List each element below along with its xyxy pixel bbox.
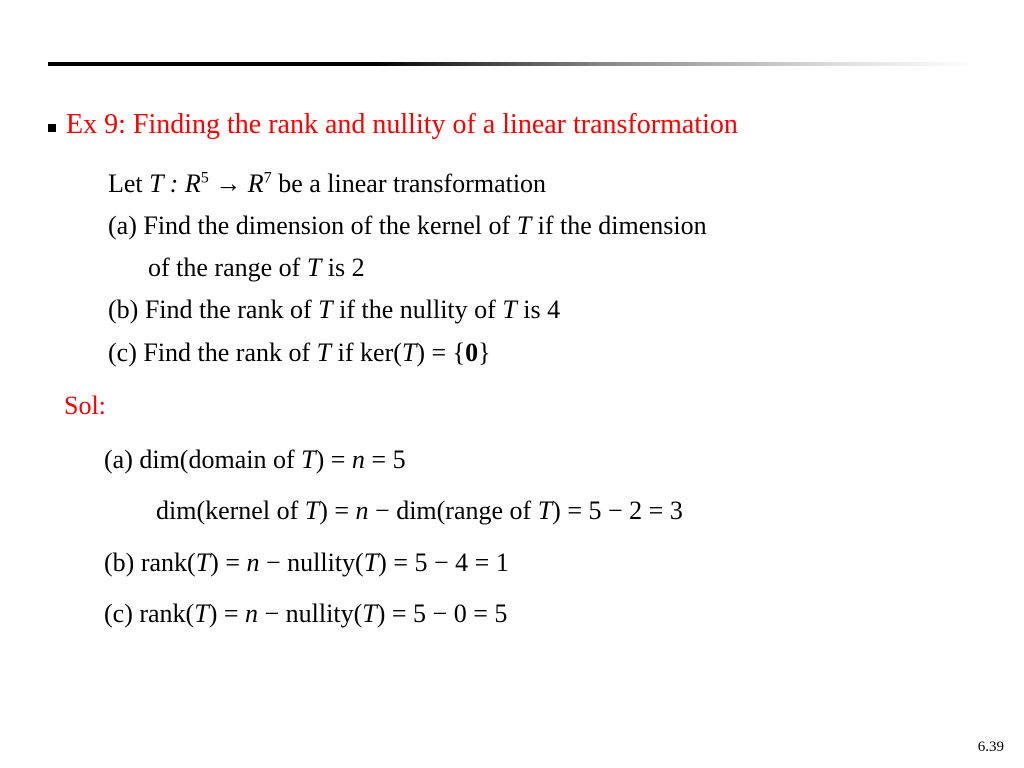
problem-body: Let T : R5 → R7 be a linear transformati…	[108, 164, 976, 373]
var-n: n	[246, 548, 259, 577]
text: Find the rank of	[143, 338, 316, 367]
var-T: T	[301, 445, 315, 474]
text: Let	[108, 169, 149, 198]
var-T: T	[402, 338, 416, 367]
var-T: T	[149, 169, 163, 198]
arrow: →	[209, 169, 248, 198]
text: Find the dimension of the kernel of	[143, 211, 516, 240]
text: ) =	[316, 445, 352, 474]
var-n: n	[245, 599, 258, 628]
exp-7: 7	[264, 169, 272, 186]
var-T: T	[194, 599, 208, 628]
example-title: Ex 9: Finding the rank and nullity of a …	[66, 108, 738, 142]
page-number: 6.39	[978, 739, 1004, 756]
text: dim(domain of	[139, 445, 301, 474]
text: = 5	[365, 445, 406, 474]
label-b: (b)	[108, 295, 145, 324]
text: if the nullity of	[333, 295, 503, 324]
var-R: R	[248, 169, 264, 198]
var-T: T	[196, 548, 210, 577]
text: − nullity(	[259, 548, 363, 577]
label-b: (b)	[104, 548, 141, 577]
var-T: T	[318, 295, 332, 324]
text: }	[478, 338, 490, 367]
text: ) =	[319, 496, 355, 525]
sol-a-line1: (a) dim(domain of T) = n = 5	[104, 435, 976, 484]
part-c: (c) Find the rank of T if ker(T) = {0}	[108, 333, 976, 373]
text: ) =	[209, 599, 245, 628]
sol-a-line2: dim(kernel of T) = n − dim(range of T) =…	[104, 486, 976, 535]
zero-vector: 0	[465, 338, 478, 367]
text: ) = 5 − 0 = 5	[377, 599, 508, 628]
text: ) = 5 − 2 = 3	[552, 496, 683, 525]
text: is 4	[517, 295, 560, 324]
label-a: (a)	[104, 445, 139, 474]
var-T: T	[317, 338, 331, 367]
var-T: T	[502, 295, 516, 324]
var-T: T	[362, 599, 376, 628]
var-n: n	[352, 445, 365, 474]
text: if ker(	[331, 338, 402, 367]
text: if the dimension	[531, 211, 706, 240]
text: be a linear transformation	[272, 169, 546, 198]
let-line: Let T : R5 → R7 be a linear transformati…	[108, 164, 976, 204]
text: − nullity(	[258, 599, 362, 628]
text: ) =	[210, 548, 246, 577]
text: of the range of	[148, 253, 307, 282]
text: ) = {	[416, 338, 465, 367]
text: is 2	[321, 253, 364, 282]
var-T: T	[364, 548, 378, 577]
header-rule	[48, 62, 976, 66]
slide-content: Ex 9: Finding the rank and nullity of a …	[48, 108, 976, 641]
var-T: T	[305, 496, 319, 525]
text: dim(kernel of	[156, 496, 305, 525]
bullet-icon	[48, 124, 56, 132]
text: : R	[163, 169, 201, 198]
text: Find the rank of	[145, 295, 318, 324]
part-a-line1: (a) Find the dimension of the kernel of …	[108, 206, 976, 246]
solution-body: (a) dim(domain of T) = n = 5 dim(kernel …	[104, 435, 976, 639]
text: − dim(range of	[369, 496, 538, 525]
var-T: T	[307, 253, 321, 282]
text: ) = 5 − 4 = 1	[378, 548, 509, 577]
var-T: T	[517, 211, 531, 240]
part-b: (b) Find the rank of T if the nullity of…	[108, 290, 976, 330]
solution-label: Sol:	[64, 391, 976, 421]
part-a-line2: of the range of T is 2	[108, 248, 976, 288]
text: rank(	[141, 548, 196, 577]
var-T: T	[538, 496, 552, 525]
sol-b: (b) rank(T) = n − nullity(T) = 5 − 4 = 1	[104, 538, 976, 587]
label-a: (a)	[108, 211, 143, 240]
text: rank(	[139, 599, 194, 628]
exp-5: 5	[201, 169, 209, 186]
label-c: (c)	[104, 599, 139, 628]
title-row: Ex 9: Finding the rank and nullity of a …	[48, 108, 976, 142]
var-n: n	[356, 496, 369, 525]
label-c: (c)	[108, 338, 143, 367]
sol-c: (c) rank(T) = n − nullity(T) = 5 − 0 = 5	[104, 589, 976, 638]
